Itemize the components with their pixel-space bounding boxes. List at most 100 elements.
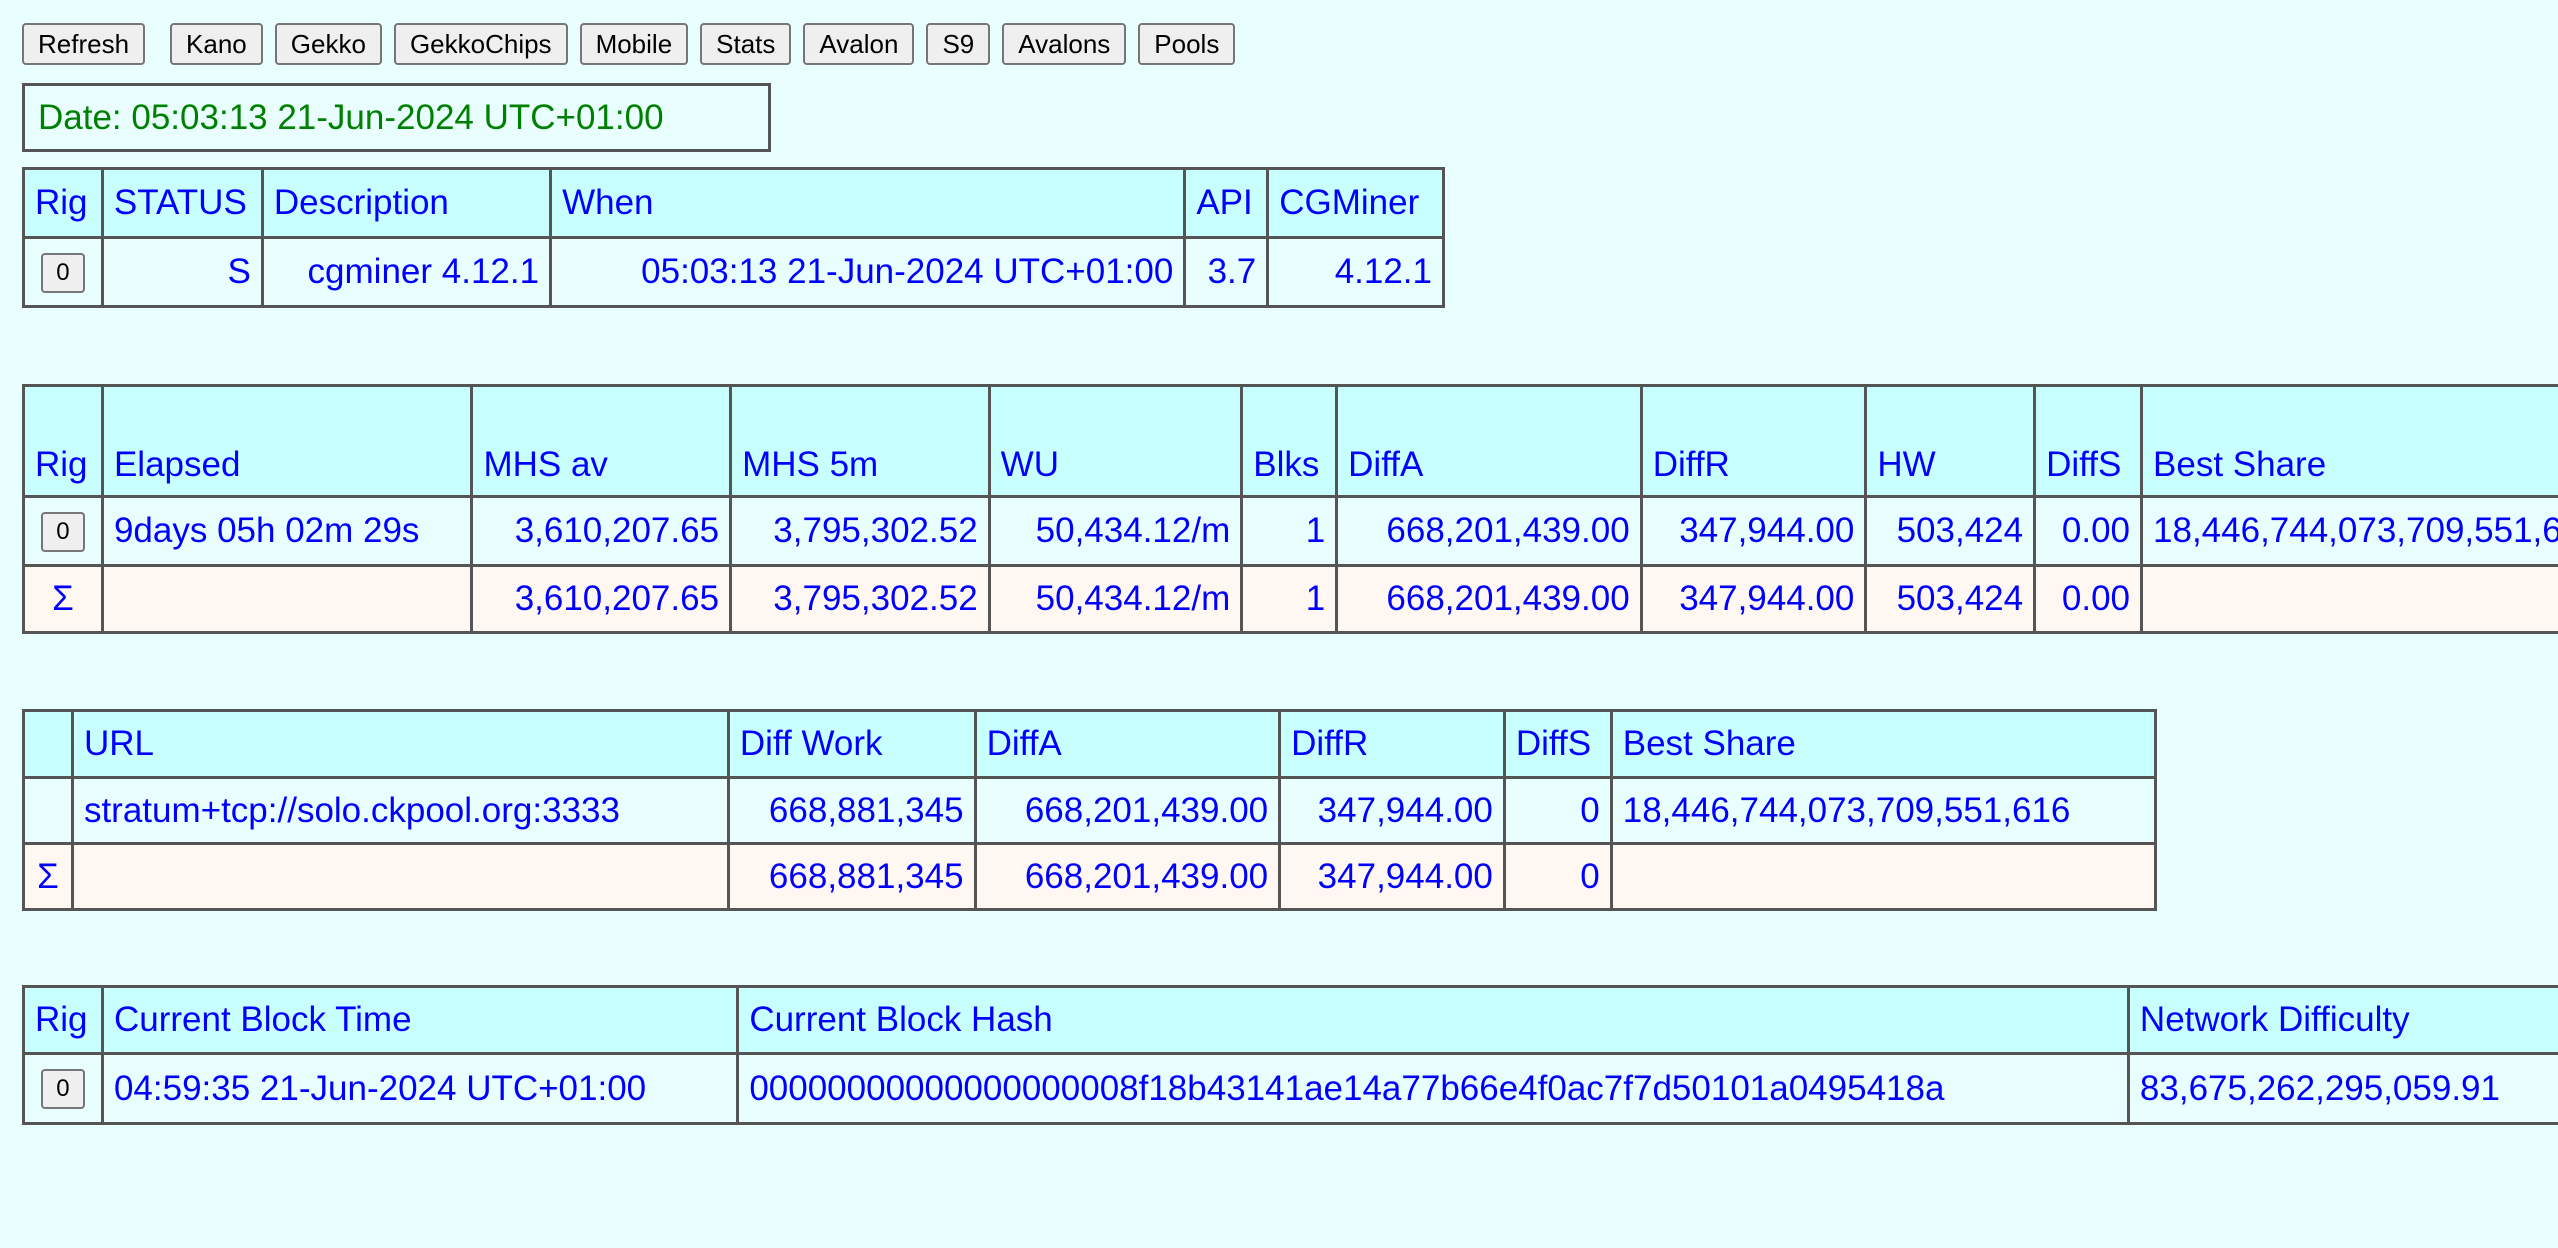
header-description: Description [260,167,553,239]
diffa-total: 668,201,439.00 [973,842,1282,911]
pools-button[interactable]: Pools [1138,23,1236,65]
header-network-difficulty: Network Difficulty [2126,985,2558,1055]
api-cell: 3.7 [1183,236,1270,308]
header-cgminer: CGMiner [1266,167,1445,239]
rig-cell: 0 [22,495,104,567]
kano-button[interactable]: Kano [170,23,263,65]
diffa-cell: 668,201,439.00 [1335,495,1643,567]
diffs-cell: 0.00 [2033,495,2144,567]
description-cell: cgminer 4.12.1 [260,236,553,308]
header-mhs-av: MHS av [470,384,733,498]
diffa-cell: 668,201,439.00 [973,776,1282,845]
avalon-button[interactable]: Avalon [803,23,915,65]
total-row: Σ 668,881,345 668,201,439.00 347,944.00 … [22,842,2158,911]
sum-symbol: Σ [22,564,104,634]
header-rig: Rig [22,167,104,239]
best-share-cell: 18,446,744,073,709,551,616 [2140,495,2558,567]
elapsed-total [100,564,474,634]
header-diffr: DiffR [1639,384,1868,498]
header-hw: HW [1864,384,2037,498]
sum-symbol: Σ [22,842,74,911]
coin-table: Rig Current Block Time Current Block Has… [22,985,2558,1125]
header-block-hash: Current Block Hash [736,985,2130,1055]
block-time-cell: 04:59:35 21-Jun-2024 UTC+01:00 [100,1052,740,1125]
diff-work-cell: 668,881,345 [726,776,977,845]
header-rig: Rig [22,985,104,1055]
elapsed-cell: 9days 05h 02m 29s [100,495,474,567]
table-row: 0 S cgminer 4.12.1 05:03:13 21-Jun-2024 … [22,236,1445,308]
status-cell: S [100,236,264,308]
blank-cell [22,776,74,845]
mobile-button[interactable]: Mobile [579,23,689,65]
diffs-total: 0.00 [2033,564,2144,634]
total-row: Σ 3,610,207.65 3,795,302.52 50,434.12/m … [22,564,2558,634]
header-best-share: Best Share [2140,384,2558,498]
header-blks: Blks [1240,384,1339,498]
wu-total: 50,434.12/m [987,564,1244,634]
table-row: 0 04:59:35 21-Jun-2024 UTC+01:00 0000000… [22,1052,2558,1125]
header-blank [22,709,74,779]
mhs-av-cell: 3,610,207.65 [470,495,733,567]
when-cell: 05:03:13 21-Jun-2024 UTC+01:00 [549,236,1187,308]
summary-table: Rig STATUS Description When API CGMiner … [22,167,1445,308]
summary-header-row: Rig STATUS Description When API CGMiner [22,167,1445,239]
header-best-share: Best Share [1609,709,2158,779]
blks-cell: 1 [1240,495,1339,567]
gekko-button[interactable]: Gekko [274,23,382,65]
diffr-total: 347,944.00 [1639,564,1868,634]
table-row: stratum+tcp://solo.ckpool.org:3333 668,8… [22,776,2158,845]
network-difficulty-cell: 83,675,262,295,059.91 [2126,1052,2558,1125]
url-cell: stratum+tcp://solo.ckpool.org:3333 [70,776,730,845]
pools-header-row: URL Diff Work DiffA DiffR DiffS Best Sha… [22,709,2158,779]
hw-cell: 503,424 [1864,495,2037,567]
header-api: API [1183,167,1270,239]
best-share-total [1609,842,2158,911]
header-diffs: DiffS [1502,709,1613,779]
rig-cell: 0 [22,236,104,308]
avalons-button[interactable]: Avalons [1002,23,1127,65]
header-block-time: Current Block Time [100,985,740,1055]
rig-button[interactable]: 0 [40,1069,85,1110]
header-diffs: DiffS [2033,384,2144,498]
wu-cell: 50,434.12/m [987,495,1244,567]
cgminer-cell: 4.12.1 [1266,236,1445,308]
best-share-cell: 18,446,744,073,709,551,616 [1609,776,2158,845]
devs-header-row: Rig Elapsed MHS av MHS 5m WU Blks DiffA … [22,384,2558,498]
block-hash-cell: 00000000000000000008f18b43141ae14a77b66e… [736,1052,2130,1125]
mhs-av-total: 3,610,207.65 [470,564,733,634]
coin-header-row: Rig Current Block Time Current Block Has… [22,985,2558,1055]
diffa-total: 668,201,439.00 [1335,564,1643,634]
refresh-button[interactable]: Refresh [22,23,146,65]
header-url: URL [70,709,730,779]
date-display: Date: 05:03:13 21-Jun-2024 UTC+01:00 [22,83,771,152]
diffs-cell: 0 [1502,776,1613,845]
diff-work-total: 668,881,345 [726,842,977,911]
devs-table: Rig Elapsed MHS av MHS 5m WU Blks DiffA … [22,384,2558,634]
header-diffa: DiffA [1335,384,1643,498]
header-wu: WU [987,384,1244,498]
diffr-cell: 347,944.00 [1639,495,1868,567]
rig-cell: 0 [22,1052,104,1125]
header-when: When [549,167,1187,239]
gekkochips-button[interactable]: GekkoChips [393,23,568,65]
header-status: STATUS [100,167,264,239]
best-share-total [2140,564,2558,634]
diffr-cell: 347,944.00 [1278,776,1506,845]
header-diffr: DiffR [1278,709,1506,779]
diffs-total: 0 [1502,842,1613,911]
rig-button[interactable]: 0 [40,252,85,293]
url-total [70,842,730,911]
hw-total: 503,424 [1864,564,2037,634]
s9-button[interactable]: S9 [926,23,991,65]
stats-button[interactable]: Stats [700,23,792,65]
header-mhs-5m: MHS 5m [729,384,991,498]
rig-button[interactable]: 0 [40,511,85,552]
header-diff-work: Diff Work [726,709,977,779]
mhs-5m-cell: 3,795,302.52 [729,495,991,567]
pools-table: URL Diff Work DiffA DiffR DiffS Best Sha… [22,709,2158,911]
header-elapsed: Elapsed [100,384,474,498]
mhs-5m-total: 3,795,302.52 [729,564,991,634]
table-row: 0 9days 05h 02m 29s 3,610,207.65 3,795,3… [22,495,2558,567]
diffr-total: 347,944.00 [1278,842,1506,911]
date-label: Date: 05:03:13 21-Jun-2024 UTC+01:00 [38,97,664,137]
